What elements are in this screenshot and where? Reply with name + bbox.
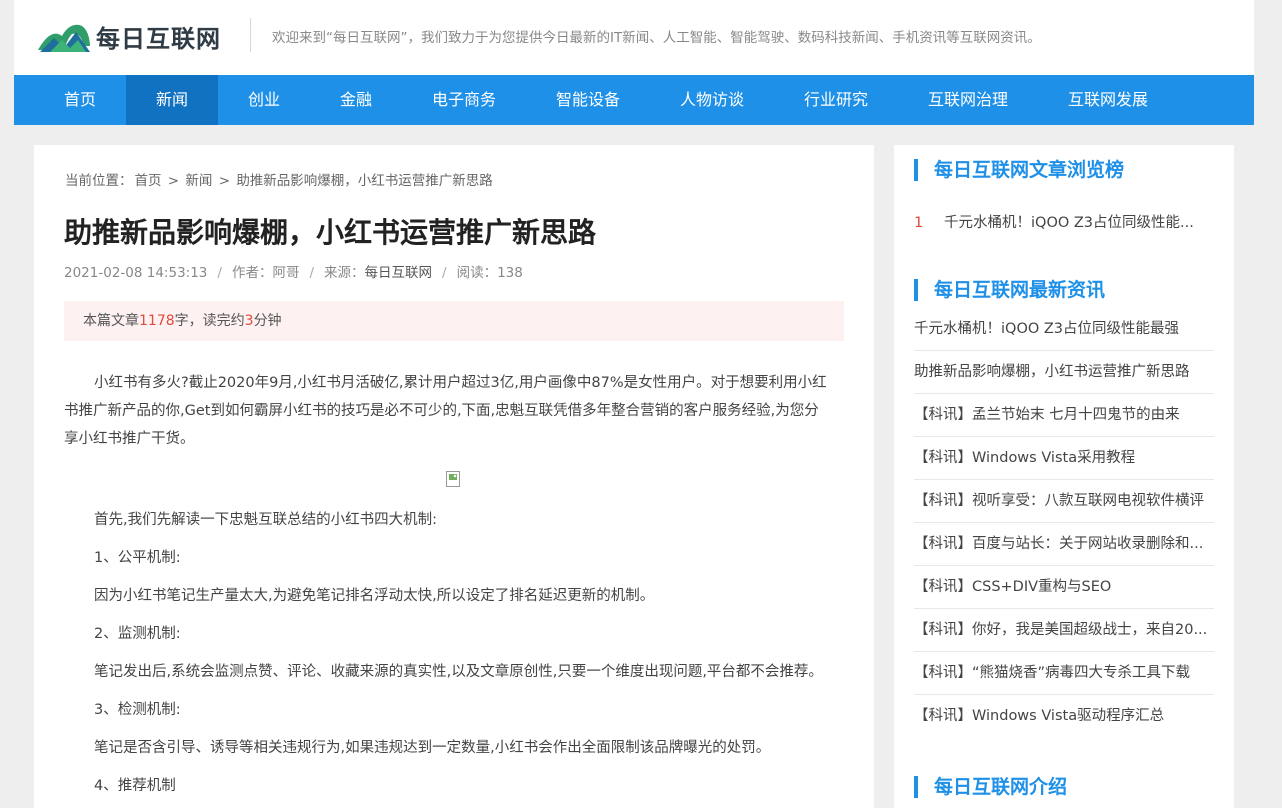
intro-line: 小红书有多火?截止2020年9月,小红书月活破亿,累计用户超过3亿,用户画像中8…	[94, 375, 827, 391]
word-count: 1178	[139, 313, 175, 329]
breadcrumb-section-link[interactable]: 新闻	[185, 173, 212, 189]
site-header: 每日互联网 欢迎来到“每日互联网”，我们致力于为您提供今日最新的IT新闻、人工智…	[14, 0, 1254, 75]
intro-line: 享小红书推广干货。	[64, 431, 195, 447]
latest-news-item[interactable]: 助推新品影响爆棚，小红书运营推广新思路	[914, 351, 1214, 394]
header-divider	[250, 18, 251, 52]
rank-number: 1	[914, 215, 924, 231]
article-author: 作者：阿哥	[231, 265, 300, 281]
nav-item-startup[interactable]: 创业	[226, 75, 302, 125]
latest-news-item[interactable]: 【科讯】百度与站长：关于网站收录删除和...	[914, 523, 1214, 566]
article-line: 因为小红书笔记生产量太大,为避免笔记排名浮动太快,所以设定了排名延迟更新的机制。	[94, 588, 655, 604]
breadcrumb-current: 助推新品影响爆棚，小红书运营推广新思路	[236, 173, 493, 189]
latest-news-item[interactable]: 【科讯】Windows Vista驱动程序汇总	[914, 695, 1214, 738]
article-panel: 当前位置： 首页 > 新闻 > 助推新品影响爆棚，小红书运营推广新思路 助推新品影…	[34, 145, 874, 808]
nav-item-ecommerce[interactable]: 电子商务	[416, 75, 512, 125]
nav-item-governance[interactable]: 互联网治理	[914, 75, 1022, 125]
nav-item-interviews[interactable]: 人物访谈	[664, 75, 760, 125]
latest-news-item[interactable]: 【科讯】Windows Vista采用教程	[914, 437, 1214, 480]
nav-item-news[interactable]: 新闻	[126, 75, 218, 125]
logo-text: 每日互联网	[96, 24, 221, 53]
meta-separator: /	[442, 265, 447, 281]
breadcrumb-home-link[interactable]: 首页	[135, 173, 162, 189]
article-date: 2021-02-08 14:53:13	[64, 265, 208, 281]
article-line: 1、公平机制:	[94, 550, 181, 566]
main-nav: 首页 新闻 创业 金融 电子商务 智能设备 人物访谈 行业研究 互联网治理 互联…	[14, 75, 1254, 125]
nav-item-smart-devices[interactable]: 智能设备	[540, 75, 636, 125]
breadcrumb-separator: >	[218, 173, 231, 189]
meta-separator: /	[217, 265, 222, 281]
ranking-item[interactable]: 1 千元水桶机！iQOO Z3占位同级性能...	[914, 211, 1214, 232]
article-line: 2、监测机制:	[94, 626, 181, 642]
article-title: 助推新品影响爆棚，小红书运营推广新思路	[64, 216, 597, 249]
nav-item-development[interactable]: 互联网发展	[1054, 75, 1162, 125]
notice-prefix: 本篇文章	[83, 313, 139, 329]
article-reads: 阅读：138	[456, 265, 523, 281]
welcome-text: 欢迎来到“每日互联网”，我们致力于为您提供今日最新的IT新闻、人工智能、智能驾驶…	[272, 30, 1041, 46]
reading-minutes: 3	[244, 313, 254, 329]
article-line: 首先,我们先解读一下忠魁互联总结的小红书四大机制:	[94, 512, 437, 528]
ranking-heading: 每日互联网文章浏览榜	[914, 159, 1124, 181]
latest-news-item[interactable]: 【科讯】你好，我是美国超级战士，来自20...	[914, 609, 1214, 652]
article-line: 笔记是否含引导、诱导等相关违规行为,如果违规达到一定数量,小红书会作出全面限制该…	[94, 740, 771, 756]
ranking-item-title: 千元水桶机！iQOO Z3占位同级性能...	[944, 215, 1194, 231]
article-line: 3、检测机制:	[94, 702, 181, 718]
notice-middle: 字，读完约	[174, 313, 245, 329]
article-line: 笔记发出后,系统会监测点赞、评论、收藏来源的真实性,以及文章原创性,只要一个维度…	[94, 664, 823, 680]
latest-news-item[interactable]: 【科讯】孟兰节始末 七月十四鬼节的由来	[914, 394, 1214, 437]
latest-news-heading: 每日互联网最新资讯	[914, 279, 1105, 301]
nav-item-industry-research[interactable]: 行业研究	[788, 75, 884, 125]
latest-news-item[interactable]: 千元水桶机！iQOO Z3占位同级性能最强	[914, 308, 1214, 351]
breadcrumb-separator: >	[167, 173, 180, 189]
site-logo[interactable]: 每日互联网	[36, 14, 221, 58]
mountain-logo-icon	[38, 24, 90, 52]
article-source-label: 来源：	[324, 265, 365, 281]
reading-time-notice: 本篇文章1178字，读完约3分钟	[64, 301, 844, 341]
site-intro-heading: 每日互联网介绍	[914, 776, 1067, 798]
latest-news-item[interactable]: 【科讯】视听享受：八款互联网电视软件横评	[914, 480, 1214, 523]
breadcrumb: 当前位置： 首页 > 新闻 > 助推新品影响爆棚，小红书运营推广新思路	[64, 169, 494, 189]
breadcrumb-prefix: 当前位置：	[65, 173, 133, 189]
intro-line: 书推广新产品的你,Get到如何霸屏小红书的技巧是必不可少的,下面,忠魁互联凭借多…	[64, 403, 819, 419]
sidebar: 每日互联网文章浏览榜 1 千元水桶机！iQOO Z3占位同级性能... 每日互联网…	[894, 145, 1234, 808]
nav-item-finance[interactable]: 金融	[318, 75, 394, 125]
nav-item-home[interactable]: 首页	[42, 75, 118, 125]
meta-separator: /	[309, 265, 315, 281]
article-line: 4、推荐机制	[94, 778, 176, 794]
latest-news-item[interactable]: 【科讯】“熊猫烧香”病毒四大专杀工具下载	[914, 652, 1214, 695]
broken-image-icon	[446, 471, 460, 487]
article-meta: 2021-02-08 14:53:13 / 作者：阿哥 / 来源：每日互联网 / 阅读：13…	[64, 261, 523, 281]
article-source-link[interactable]: 每日互联网	[365, 265, 433, 281]
notice-suffix: 分钟	[253, 313, 282, 329]
latest-news-item[interactable]: 【科讯】CSS+DIV重构与SEO	[914, 566, 1214, 609]
